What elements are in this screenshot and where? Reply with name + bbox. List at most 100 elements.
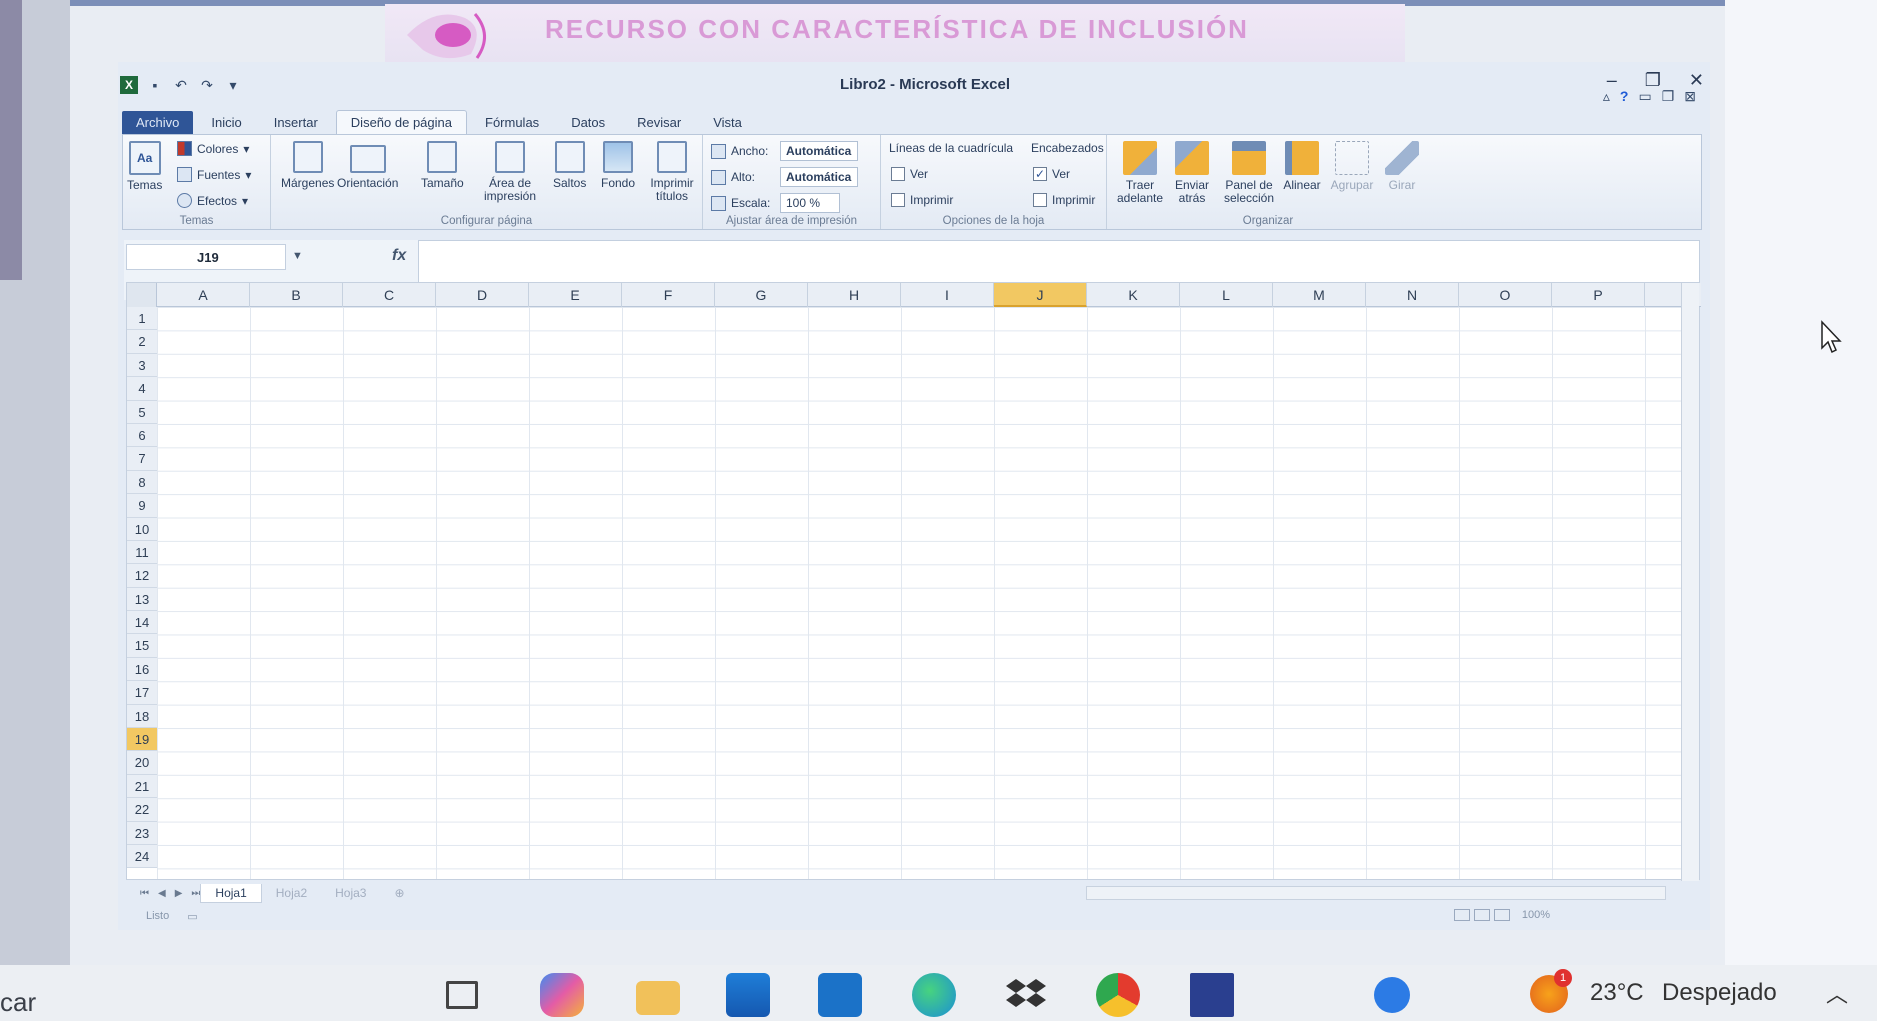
girar-button[interactable]: Girar bbox=[1379, 141, 1425, 192]
doc-minimize-icon[interactable]: ▭ bbox=[1638, 88, 1651, 105]
alinear-button[interactable]: Alinear bbox=[1279, 141, 1325, 192]
tab-archivo[interactable]: Archivo bbox=[122, 111, 194, 134]
column-header[interactable]: C bbox=[343, 283, 436, 307]
ancho-dropdown[interactable]: Automática bbox=[780, 141, 858, 161]
column-header[interactable]: B bbox=[250, 283, 343, 307]
column-header[interactable]: H bbox=[808, 283, 901, 307]
sheet-tab-hoja3[interactable]: Hoja3 bbox=[321, 884, 380, 902]
row-header[interactable]: 16 bbox=[127, 657, 157, 682]
gridlines-imprimir-box[interactable] bbox=[891, 193, 905, 207]
row-header[interactable]: 12 bbox=[127, 564, 157, 588]
tab-revisar[interactable]: Revisar bbox=[623, 111, 695, 134]
temas-button[interactable]: Aa Temas bbox=[127, 141, 162, 192]
column-header[interactable]: F bbox=[622, 283, 715, 307]
tab-diseno-de-pagina[interactable]: Diseño de página bbox=[335, 110, 467, 134]
column-header[interactable]: K bbox=[1087, 283, 1180, 307]
gridlines-ver-box[interactable] bbox=[891, 167, 905, 181]
column-header[interactable]: O bbox=[1459, 283, 1552, 307]
help-get-started-icon[interactable] bbox=[1374, 977, 1410, 1013]
doc-restore-icon[interactable]: ❐ bbox=[1662, 88, 1675, 105]
microsoft-store-icon[interactable] bbox=[726, 973, 770, 1017]
row-header[interactable]: 2 bbox=[127, 330, 157, 354]
margenes-button[interactable]: Márgenes bbox=[281, 141, 334, 190]
vertical-scrollbar[interactable] bbox=[1681, 283, 1699, 881]
row-header[interactable]: 8 bbox=[127, 470, 157, 495]
tab-vista[interactable]: Vista bbox=[699, 111, 756, 134]
column-header[interactable]: N bbox=[1366, 283, 1459, 307]
row-header[interactable]: 1 bbox=[127, 307, 157, 331]
column-header[interactable]: P bbox=[1552, 283, 1645, 307]
tab-inicio[interactable]: Inicio bbox=[197, 111, 255, 134]
row-header[interactable]: 10 bbox=[127, 517, 157, 541]
tamano-button[interactable]: Tamaño bbox=[421, 141, 464, 190]
colores-button[interactable]: Colores ▾ bbox=[177, 141, 249, 156]
sheet-tab-hoja1[interactable]: Hoja1 bbox=[200, 883, 262, 903]
chrome-icon[interactable] bbox=[1096, 973, 1140, 1017]
prev-sheet-icon[interactable]: ◀ bbox=[158, 888, 166, 899]
row-header[interactable]: 11 bbox=[127, 540, 157, 565]
headings-ver-checkbox[interactable]: ✓ Ver bbox=[1033, 167, 1070, 181]
first-sheet-icon[interactable]: ⏮ bbox=[140, 888, 149, 899]
row-header[interactable]: 3 bbox=[127, 353, 157, 378]
gridlines-ver-checkbox[interactable]: Ver bbox=[891, 167, 928, 181]
tab-insertar[interactable]: Insertar bbox=[260, 111, 332, 134]
row-header[interactable]: 24 bbox=[127, 844, 157, 869]
undo-icon[interactable]: ↶ bbox=[172, 76, 190, 94]
row-header[interactable]: 17 bbox=[127, 681, 157, 705]
name-box[interactable]: J19 bbox=[126, 244, 286, 270]
row-header[interactable]: 13 bbox=[127, 587, 157, 612]
select-all-corner[interactable] bbox=[127, 283, 157, 307]
zoom-level[interactable]: 100% bbox=[1522, 909, 1550, 921]
enviar-atras-button[interactable]: Enviar atrás bbox=[1169, 141, 1215, 205]
doc-close-icon[interactable]: ⊠ bbox=[1684, 88, 1696, 105]
row-header[interactable]: 21 bbox=[127, 774, 157, 799]
insert-function-icon[interactable]: fx bbox=[392, 247, 406, 265]
horizontal-scrollbar[interactable] bbox=[1086, 886, 1666, 900]
fuentes-button[interactable]: Fuentes ▾ bbox=[177, 167, 251, 182]
normal-view-icon[interactable] bbox=[1454, 909, 1470, 921]
imprimir-titulos-button[interactable]: Imprimir títulos bbox=[645, 141, 699, 203]
last-sheet-icon[interactable]: ⏭ bbox=[191, 888, 200, 899]
search-box[interactable]: car bbox=[0, 987, 36, 1018]
escala-stepper[interactable]: 100 % bbox=[780, 193, 840, 213]
save-icon[interactable]: ▪ bbox=[146, 76, 164, 94]
tab-formulas[interactable]: Fórmulas bbox=[471, 111, 553, 134]
page-layout-view-icon[interactable] bbox=[1474, 909, 1490, 921]
customize-qat-icon[interactable]: ▾ bbox=[224, 76, 242, 94]
excel-logo-icon[interactable]: X bbox=[120, 76, 138, 94]
weather-description[interactable]: Despejado bbox=[1662, 979, 1777, 1007]
name-box-dropdown-icon[interactable]: ▼ bbox=[292, 250, 303, 262]
outlook-icon[interactable] bbox=[818, 973, 862, 1017]
row-header[interactable]: 14 bbox=[127, 611, 157, 635]
dropbox-icon[interactable] bbox=[1004, 973, 1048, 1017]
page-break-view-icon[interactable] bbox=[1494, 909, 1510, 921]
insert-sheet-icon[interactable]: ⊕ bbox=[380, 884, 418, 902]
row-header[interactable]: 4 bbox=[127, 377, 157, 401]
headings-imprimir-box[interactable] bbox=[1033, 193, 1047, 207]
row-header[interactable]: 19 bbox=[127, 728, 157, 752]
gridlines-imprimir-checkbox[interactable]: Imprimir bbox=[891, 193, 953, 207]
column-header[interactable]: J bbox=[994, 283, 1087, 307]
row-header[interactable]: 6 bbox=[127, 423, 157, 448]
row-header[interactable]: 23 bbox=[127, 821, 157, 845]
efectos-button[interactable]: Efectos ▾ bbox=[177, 193, 248, 208]
cell-area[interactable] bbox=[157, 307, 1681, 879]
row-header[interactable]: 5 bbox=[127, 400, 157, 424]
column-header[interactable]: A bbox=[157, 283, 250, 307]
edge-icon[interactable] bbox=[912, 973, 956, 1017]
orientacion-button[interactable]: Orientación bbox=[337, 141, 398, 190]
app-icon[interactable] bbox=[1190, 973, 1234, 1017]
row-header[interactable]: 20 bbox=[127, 751, 157, 775]
column-header[interactable]: L bbox=[1180, 283, 1273, 307]
show-hidden-icons-icon[interactable]: ︿ bbox=[1826, 977, 1848, 1009]
headings-imprimir-checkbox[interactable]: Imprimir bbox=[1033, 193, 1095, 207]
row-header[interactable]: 7 bbox=[127, 447, 157, 471]
file-explorer-icon[interactable] bbox=[636, 981, 680, 1015]
agrupar-button[interactable]: Agrupar bbox=[1329, 141, 1375, 192]
redo-icon[interactable]: ↷ bbox=[198, 76, 216, 94]
saltos-button[interactable]: Saltos bbox=[553, 141, 586, 190]
sheet-tab-hoja2[interactable]: Hoja2 bbox=[262, 884, 321, 902]
traer-adelante-button[interactable]: Traer adelante bbox=[1117, 141, 1163, 205]
column-header[interactable]: M bbox=[1273, 283, 1366, 307]
row-header[interactable]: 9 bbox=[127, 494, 157, 518]
